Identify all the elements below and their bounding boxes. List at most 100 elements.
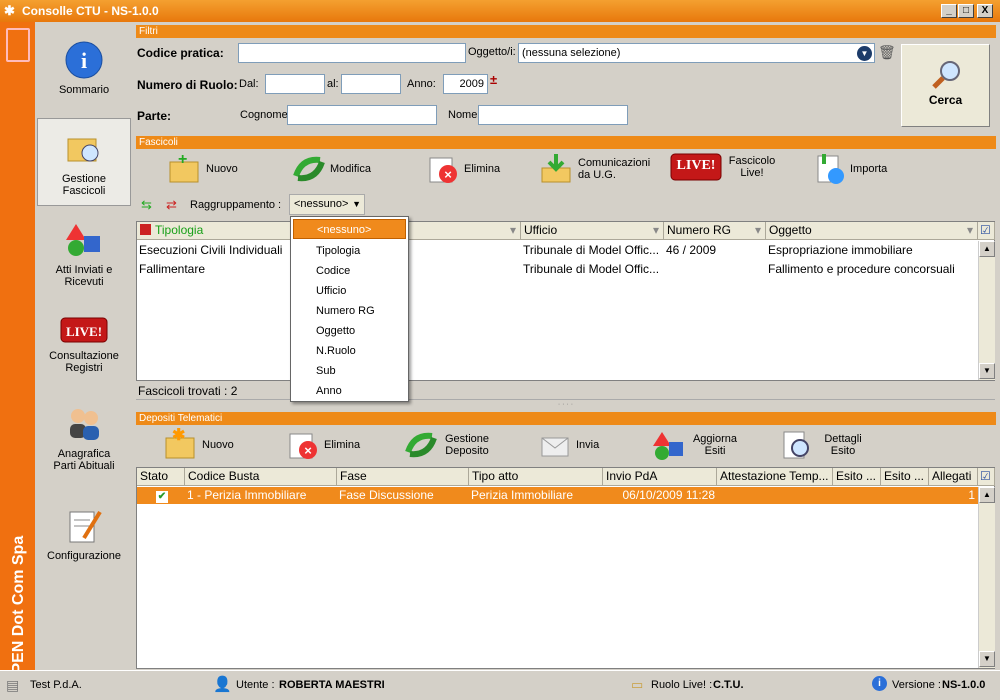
cell-tipo-atto: Perizia Immobiliare [471, 488, 574, 502]
app-icon: ✱ [4, 3, 15, 18]
close-button[interactable]: X [977, 4, 993, 18]
nuovo-fascicolo-button[interactable]: + Nuovo [168, 151, 238, 186]
stato-value: ✔ [156, 491, 168, 503]
column-chooser-icon[interactable]: ☑ [978, 222, 995, 240]
col-tipo-atto[interactable]: Tipo atto [469, 468, 603, 486]
col-invio-pda[interactable]: Invio PdA [603, 468, 717, 486]
col-codice-busta[interactable]: Codice Busta [185, 468, 337, 486]
collapse-icon[interactable]: ⇄ [166, 197, 177, 213]
comunicazioni-button[interactable]: Comunicazioni da U.G. [540, 152, 650, 186]
cell-numero-rg: 46 / 2009 [666, 243, 717, 257]
elimina-fascicolo-button[interactable]: × Elimina [426, 152, 500, 186]
cell-ufficio: Tribunale di Model Offic... [523, 243, 660, 257]
check-icon: ✔ [137, 487, 185, 505]
filter-icon[interactable]: ▾ [755, 222, 761, 239]
scrollbar[interactable]: ▲ ▼ [978, 241, 995, 380]
status-test: Test P.d.A. [30, 679, 82, 691]
folder-search-icon [64, 129, 104, 169]
filter-icon[interactable]: ▾ [967, 222, 973, 239]
dropdown-option[interactable]: Oggetto [291, 321, 408, 341]
send-mail-icon [538, 428, 572, 462]
nuovo-deposito-button[interactable]: ✱ Nuovo [164, 427, 234, 462]
column-chooser-icon[interactable]: ☑ [978, 468, 995, 486]
al-input[interactable] [341, 74, 401, 94]
col-stato[interactable]: Stato [137, 468, 185, 486]
modifica-button[interactable]: Modifica [292, 152, 371, 186]
gestione-deposito-button[interactable]: Gestione Deposito [404, 428, 504, 462]
new-folder-icon: + [168, 151, 202, 186]
expand-icon[interactable]: ⇆ [141, 197, 152, 213]
scrollbar[interactable]: ▲ ▼ [978, 487, 995, 668]
anno-label: Anno: [407, 78, 436, 90]
filter-icon[interactable]: ▾ [510, 222, 516, 239]
chevron-down-icon[interactable]: ▼ [857, 46, 872, 61]
col-attestazione[interactable]: Attestazione Temp... [717, 468, 833, 486]
dropdown-option[interactable]: Sub [291, 361, 408, 381]
info-icon: i [872, 676, 887, 691]
toolbar-label: Fascicolo Live! [728, 155, 776, 179]
scroll-down-icon[interactable]: ▼ [979, 651, 995, 667]
sidebar-item-configurazione[interactable]: Configurazione [37, 496, 131, 584]
anno-input[interactable] [443, 74, 488, 94]
oggetto-select[interactable]: (nessuna selezione) ▼ [518, 43, 875, 63]
cognome-input[interactable] [287, 105, 437, 125]
dropdown-option[interactable]: Tipologia [291, 241, 408, 261]
importa-button[interactable]: Importa [812, 152, 887, 186]
col-fase[interactable]: Fase [337, 468, 469, 486]
dropdown-option[interactable]: Anno [291, 381, 408, 401]
scroll-down-icon[interactable]: ▼ [979, 363, 995, 379]
al-label: al: [327, 78, 339, 90]
col-label: Tipologia [155, 223, 204, 237]
download-icon [540, 152, 574, 186]
sidebar-item-sommario[interactable]: i Sommario [37, 30, 131, 118]
brand-logo [6, 28, 30, 62]
sidebar-item-gestione-fascicoli[interactable]: Gestione Fascicoli [37, 118, 131, 206]
sidebar-item-anagrafica[interactable]: Anagrafica Parti Abituali [37, 394, 131, 482]
dropdown-option[interactable]: N.Ruolo [291, 341, 408, 361]
sidebar-label: Anagrafica Parti Abituali [53, 448, 115, 472]
brand-bar: OPEN Dot Com Spa [0, 22, 35, 686]
dal-input[interactable] [265, 74, 325, 94]
dropdown-option[interactable]: Codice [291, 261, 408, 281]
ruolo-label: Ruolo Live! : [651, 679, 713, 691]
scroll-up-icon[interactable]: ▲ [979, 487, 995, 503]
aggiorna-esiti-button[interactable]: Aggiorna Esiti [652, 428, 752, 462]
chevron-down-icon: ▼ [352, 199, 361, 209]
elimina-deposito-button[interactable]: × Elimina [286, 428, 360, 462]
invia-button[interactable]: Invia [538, 428, 599, 462]
utente-value: ROBERTA MAESTRI [279, 679, 385, 691]
minimize-button[interactable]: _ [941, 4, 957, 18]
dropdown-option[interactable]: Ufficio [291, 281, 408, 301]
maximize-button[interactable]: □ [958, 4, 974, 18]
cerca-button[interactable]: Cerca [901, 44, 990, 127]
codice-input[interactable] [238, 43, 466, 63]
dropdown-option[interactable]: Numero RG [291, 301, 408, 321]
grip-icon: ▤ [6, 677, 20, 693]
sidebar-item-consultazione[interactable]: LIVE! Consultazione Registri [37, 302, 131, 390]
nome-input[interactable] [478, 105, 628, 125]
window-title: Consolle CTU - NS-1.0.0 [22, 4, 159, 18]
col-ufficio[interactable]: Ufficio ▾ [521, 222, 664, 240]
dropdown-option[interactable]: <nessuno> [293, 219, 406, 239]
raggruppamento-select[interactable]: <nessuno> ▼ [289, 194, 365, 215]
svg-text:✱: ✱ [172, 428, 185, 444]
nome-label: Nome [448, 109, 478, 121]
col-oggetto[interactable]: Oggetto ▾ [766, 222, 978, 240]
fascicolo-live-button[interactable]: LIVE! Fascicolo Live! [670, 152, 780, 182]
splitter[interactable]: · · · · [136, 401, 995, 408]
toolbar-label: Nuovo [206, 163, 238, 175]
dettagli-esito-button[interactable]: Dettagli Esito [780, 428, 880, 462]
sidebar-item-atti[interactable]: Atti Inviati e Ricevuti [37, 210, 131, 298]
sidebar-label: Gestione Fascicoli [61, 173, 107, 197]
col-numero-rg[interactable]: Numero RG ▾ [664, 222, 766, 240]
trash-icon[interactable]: 🗑 [878, 44, 896, 61]
scroll-up-icon[interactable]: ▲ [979, 241, 995, 257]
col-esito-2[interactable]: Esito ... [881, 468, 929, 486]
col-allegati[interactable]: Allegati [929, 468, 978, 486]
svg-text:+: + [178, 152, 187, 168]
status-bar: ▤ Test P.d.A. 👤 Utente : ROBERTA MAESTRI… [0, 670, 1000, 700]
stepper-icon[interactable]: ± [490, 72, 497, 87]
filter-icon[interactable]: ▾ [653, 222, 659, 239]
col-esito-1[interactable]: Esito ... [833, 468, 881, 486]
cell-invio-pda: 06/10/2009 11:28 [622, 488, 715, 502]
